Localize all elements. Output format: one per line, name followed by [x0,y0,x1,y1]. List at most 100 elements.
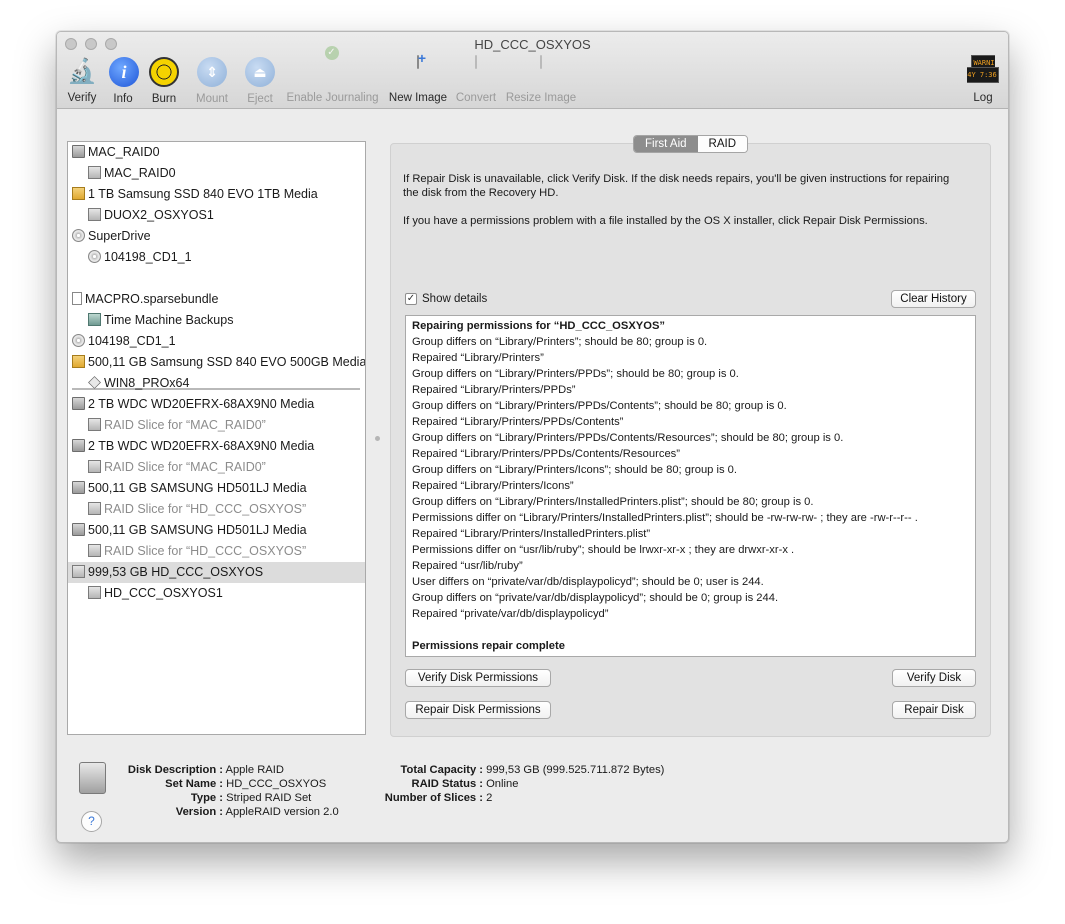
volume-icon [88,460,101,474]
disk-description-value: Apple RAID [225,764,284,776]
log-line: Permissions repair complete [412,640,565,652]
verify-toolbar-button[interactable]: 🔬 Verify [65,56,99,104]
volume-icon [88,502,101,516]
sidebar-item-cd-104198[interactable]: 104198_CD1_1 [88,247,365,268]
volume-icon [88,418,101,432]
disk-image-icon [72,292,82,306]
new-image-toolbar-button[interactable]: + New Image [387,50,449,104]
tab-raid[interactable]: RAID [697,136,748,152]
convert-icon [475,55,477,69]
titlebar: HD_CCC_OSXYOS 🔬 Verify i Info Burn ⇕ Mou… [57,32,1008,109]
hard-disk-icon [72,523,85,537]
info-toolbar-button[interactable]: i Info [108,56,139,105]
toolbar: 🔬 Verify i Info Burn ⇕ Mount ⏏ Eject ✓ E [57,46,1008,106]
set-name-value: HD_CCC_OSXYOS [226,778,327,790]
clear-history-button[interactable]: Clear History [891,290,976,308]
convert-label: Convert [455,92,497,104]
new-image-icon: + [417,50,426,69]
eject-toolbar-button[interactable]: ⏏ Eject [244,56,276,105]
total-capacity-label: Total Capacity : [400,764,483,776]
type-label: Type : [190,792,223,804]
sidebar-item-mac-raid0[interactable]: MAC_RAID0 [72,142,365,163]
log-line: Group differs on “Library/Printers/PPDs/… [412,432,844,444]
sidebar-item-samsung-ssd-500gb[interactable]: 500,11 GB Samsung SSD 840 EVO 500GB Medi… [72,352,365,373]
resize-image-icon [540,55,542,69]
mount-icon: ⇕ [197,57,227,87]
ssd-icon [72,187,85,201]
eject-label: Eject [247,93,273,105]
repair-disk-info-text: If Repair Disk is unavailable, click Ver… [403,173,950,199]
split-view-divider-handle[interactable] [375,436,380,441]
sidebar-item-cd-104198-image[interactable]: 104198_CD1_1 [72,331,365,352]
log-label: Log [973,92,993,104]
burn-label: Burn [151,93,177,105]
raid-status-label: RAID Status : [411,778,483,790]
version-label: Version : [175,806,223,818]
volume-icon [88,208,101,222]
show-details-checkbox[interactable]: ✓ Show details [405,293,487,305]
enable-journaling-toolbar-button[interactable]: ✓ Enable Journaling [284,46,381,104]
checkbox-checked-icon: ✓ [405,293,417,305]
sidebar-item-time-machine-backups[interactable]: Time Machine Backups [88,310,365,331]
log-toolbar-button[interactable]: WARNI 4Y 7:36 Log [967,55,999,104]
volume-icon [88,586,101,600]
log-line: Repaired “Library/Printers/InstalledPrin… [412,528,651,540]
sidebar-item-win8-prox64[interactable]: WIN8_PROx64 [88,373,365,394]
permissions-info-text: If you have a permissions problem with a… [403,215,928,227]
mount-label: Mount [196,93,228,105]
mount-toolbar-button[interactable]: ⇕ Mount [193,56,231,105]
number-of-slices-label: Number of Slices : [384,792,483,804]
cd-icon [88,250,101,264]
log-line: Permissions differ on “usr/lib/ruby”; sh… [412,544,795,556]
log-line: Group differs on “Library/Printers/PPDs”… [412,368,739,380]
repair-disk-button[interactable]: Repair Disk [892,701,976,719]
show-details-label: Show details [422,293,488,305]
sidebar-item-samsung-hd501lj-2[interactable]: 500,11 GB SAMSUNG HD501LJ Media [72,520,365,541]
verify-disk-permissions-button[interactable]: Verify Disk Permissions [405,669,551,687]
eject-icon: ⏏ [245,57,275,87]
log-line: Repaired “Library/Printers/PPDs/Contents… [412,416,624,428]
repair-disk-permissions-button[interactable]: Repair Disk Permissions [405,701,551,719]
sidebar-item-mac-raid0-volume[interactable]: MAC_RAID0 [88,163,365,184]
sidebar-item-wdc-2tb-2[interactable]: 2 TB WDC WD20EFRX-68AX9N0 Media [72,436,365,457]
log-line: Permissions differ on “Library/Printers/… [412,512,918,524]
sidebar-item-raid-slice-mac-raid0-2[interactable]: RAID Slice for “MAC_RAID0” [88,457,365,478]
sidebar-item-duox2-osxyos1[interactable]: DUOX2_OSXYOS1 [88,205,365,226]
windows-volume-icon [88,376,101,390]
sidebar-item-samsung-ssd-1tb[interactable]: 1 TB Samsung SSD 840 EVO 1TB Media [72,184,365,205]
log-line: Repaired “usr/lib/ruby” [412,560,523,572]
log-line: Repaired “Library/Printers” [412,352,544,364]
sidebar-item-raid-slice-hd-ccc-1[interactable]: RAID Slice for “HD_CCC_OSXYOS” [88,499,365,520]
convert-toolbar-button[interactable]: Convert [454,55,498,104]
verify-disk-button[interactable]: Verify Disk [892,669,976,687]
console-log-icon: WARNI 4Y 7:36 [967,55,999,83]
tab-first-aid[interactable]: First Aid [634,136,698,152]
new-image-label: New Image [388,92,448,104]
disk-list-sidebar[interactable]: MAC_RAID0 MAC_RAID0 1 TB Samsung SSD 840… [67,141,366,735]
repair-log-output[interactable]: Repairing permissions for “HD_CCC_OSXYOS… [405,315,976,657]
sidebar-item-raid-slice-mac-raid0-1[interactable]: RAID Slice for “MAC_RAID0” [88,415,365,436]
log-line: Repaired “Library/Printers/PPDs/Contents… [412,448,680,460]
sidebar-item-wdc-2tb-1[interactable]: 2 TB WDC WD20EFRX-68AX9N0 Media [72,394,365,415]
total-capacity-value: 999,53 GB (999.525.711.872 Bytes) [486,764,665,776]
log-line: Group differs on “Library/Printers/PPDs/… [412,400,787,412]
sidebar-item-macpro-sparsebundle[interactable]: MACPRO.sparsebundle [72,289,365,310]
burn-toolbar-button[interactable]: Burn [148,56,180,105]
sidebar-item-superdrive[interactable]: SuperDrive [72,226,365,247]
version-value: AppleRAID version 2.0 [225,806,339,818]
log-line: Repaired “Library/Printers/PPDs” [412,384,576,396]
sidebar-item-hd-ccc-osxyos1[interactable]: HD_CCC_OSXYOS1 [88,583,365,604]
log-line: Repaired “private/var/db/displaypolicyd” [412,608,609,620]
hard-disk-icon [72,481,85,495]
enable-journaling-label: Enable Journaling [286,92,379,104]
sidebar-item-raid-slice-hd-ccc-2[interactable]: RAID Slice for “HD_CCC_OSXYOS” [88,541,365,562]
sidebar-item-hd-ccc-osxyos-raid[interactable]: 999,53 GB HD_CCC_OSXYOS [68,562,365,583]
disk-info-left: Disk Description : Apple RAID Set Name :… [57,763,339,819]
log-line: Repaired “Library/Printers/Icons” [412,480,574,492]
volume-icon [88,166,101,180]
verify-label: Verify [67,92,97,104]
resize-image-toolbar-button[interactable]: Resize Image [505,55,577,104]
sidebar-item-samsung-hd501lj-1[interactable]: 500,11 GB SAMSUNG HD501LJ Media [72,478,365,499]
resize-image-label: Resize Image [505,92,577,104]
